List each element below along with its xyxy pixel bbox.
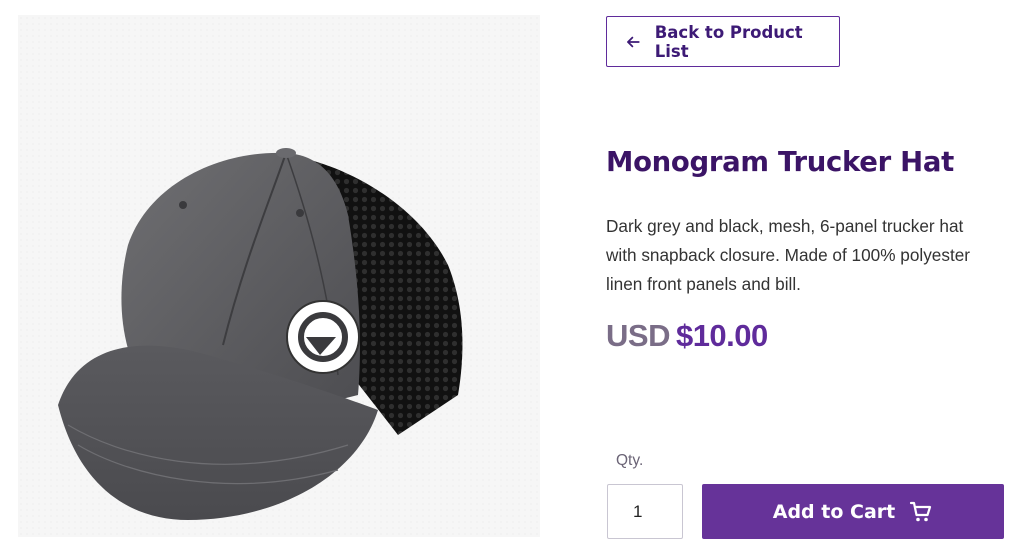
quantity-input[interactable] xyxy=(607,484,683,539)
product-title: Monogram Trucker Hat xyxy=(606,146,954,178)
add-to-cart-label: Add to Cart xyxy=(772,500,896,523)
product-description: Dark grey and black, mesh, 6-panel truck… xyxy=(606,216,971,294)
back-button-label: Back to Product List xyxy=(654,22,803,61)
product-price: USD $10.00 xyxy=(606,318,768,354)
trucker-hat-illustration xyxy=(58,148,463,520)
qty-label: Qty. xyxy=(616,452,644,469)
add-to-cart-button[interactable]: Add to Cart xyxy=(702,484,1004,539)
shopping-cart-icon xyxy=(910,501,932,521)
arrow-left-icon xyxy=(627,36,640,47)
product-image xyxy=(18,15,540,537)
back-to-product-list-button[interactable]: Back to Product List xyxy=(606,16,840,67)
price-amount: $10.00 xyxy=(675,318,768,353)
price-currency: USD xyxy=(606,318,670,353)
